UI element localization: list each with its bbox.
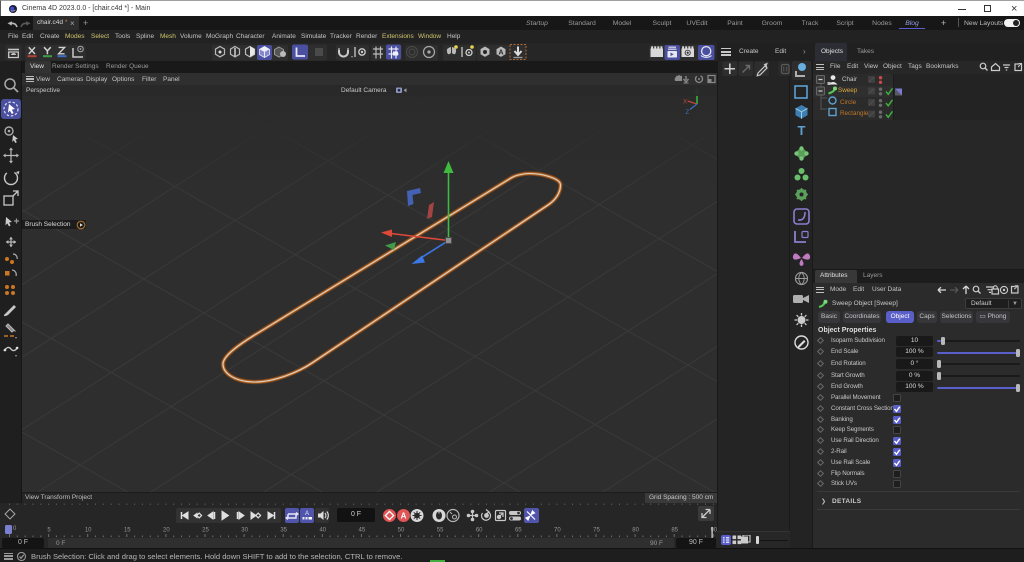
svg-text:15: 15 bbox=[124, 528, 131, 534]
svg-text:X: X bbox=[683, 100, 687, 106]
svg-text:10: 10 bbox=[85, 528, 92, 534]
svg-text:85: 85 bbox=[671, 528, 678, 534]
svg-text:65: 65 bbox=[515, 528, 522, 534]
svg-text:▾: ▾ bbox=[15, 353, 17, 358]
svg-text:T: T bbox=[798, 123, 806, 138]
svg-text:50: 50 bbox=[398, 528, 405, 534]
svg-text:40: 40 bbox=[319, 528, 326, 534]
svg-text:70: 70 bbox=[554, 528, 561, 534]
svg-text:5: 5 bbox=[47, 528, 51, 534]
svg-text:A: A bbox=[401, 511, 407, 520]
svg-text:Z: Z bbox=[686, 110, 690, 116]
svg-text:25: 25 bbox=[202, 528, 209, 534]
svg-text:35: 35 bbox=[280, 528, 287, 534]
svg-text:A: A bbox=[305, 511, 309, 517]
svg-text:55: 55 bbox=[437, 528, 444, 534]
svg-text:45: 45 bbox=[359, 528, 366, 534]
svg-text:A: A bbox=[498, 50, 503, 57]
svg-text:60: 60 bbox=[476, 528, 483, 534]
svg-text:20: 20 bbox=[163, 528, 170, 534]
svg-text:90: 90 bbox=[710, 528, 717, 534]
svg-text:30: 30 bbox=[241, 528, 248, 534]
svg-text:80: 80 bbox=[632, 528, 639, 534]
svg-text:▾: ▾ bbox=[351, 54, 353, 59]
svg-text:▾: ▾ bbox=[15, 335, 17, 340]
svg-text:75: 75 bbox=[593, 528, 600, 534]
